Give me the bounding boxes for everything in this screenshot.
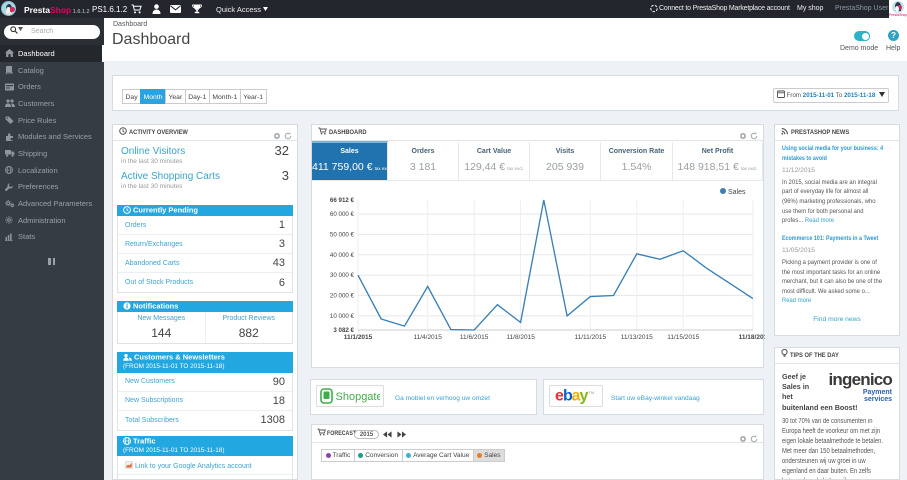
svg-text:y: y (580, 388, 589, 405)
svg-text:11/8/2015: 11/8/2015 (506, 334, 535, 341)
svg-text:11/4/2015: 11/4/2015 (413, 334, 442, 341)
svg-text:TM: TM (589, 390, 595, 395)
svg-text:3 082 €: 3 082 € (333, 327, 354, 334)
svg-text:20 000 €: 20 000 € (330, 293, 355, 300)
svg-text:30 000 €: 30 000 € (330, 272, 355, 279)
svg-text:11/1/2015: 11/1/2015 (344, 334, 373, 341)
svg-text:60 000 €: 60 000 € (330, 211, 355, 218)
svg-text:40 000 €: 40 000 € (330, 252, 355, 259)
svg-text:Sales: Sales (728, 189, 746, 196)
svg-text:11/11/2015: 11/11/2015 (575, 334, 607, 341)
svg-text:11/15/2015: 11/15/2015 (667, 334, 699, 341)
svg-text:66 912 €: 66 912 € (330, 197, 355, 204)
svg-text:11/6/2015: 11/6/2015 (460, 334, 489, 341)
svg-text:10 000 €: 10 000 € (330, 313, 355, 320)
svg-text:11/18/201: 11/18/201 (739, 334, 765, 341)
svg-text:11/13/2015: 11/13/2015 (621, 334, 653, 341)
svg-text:Shopgate: Shopgate (336, 391, 381, 403)
svg-text:50 000 €: 50 000 € (330, 231, 355, 238)
